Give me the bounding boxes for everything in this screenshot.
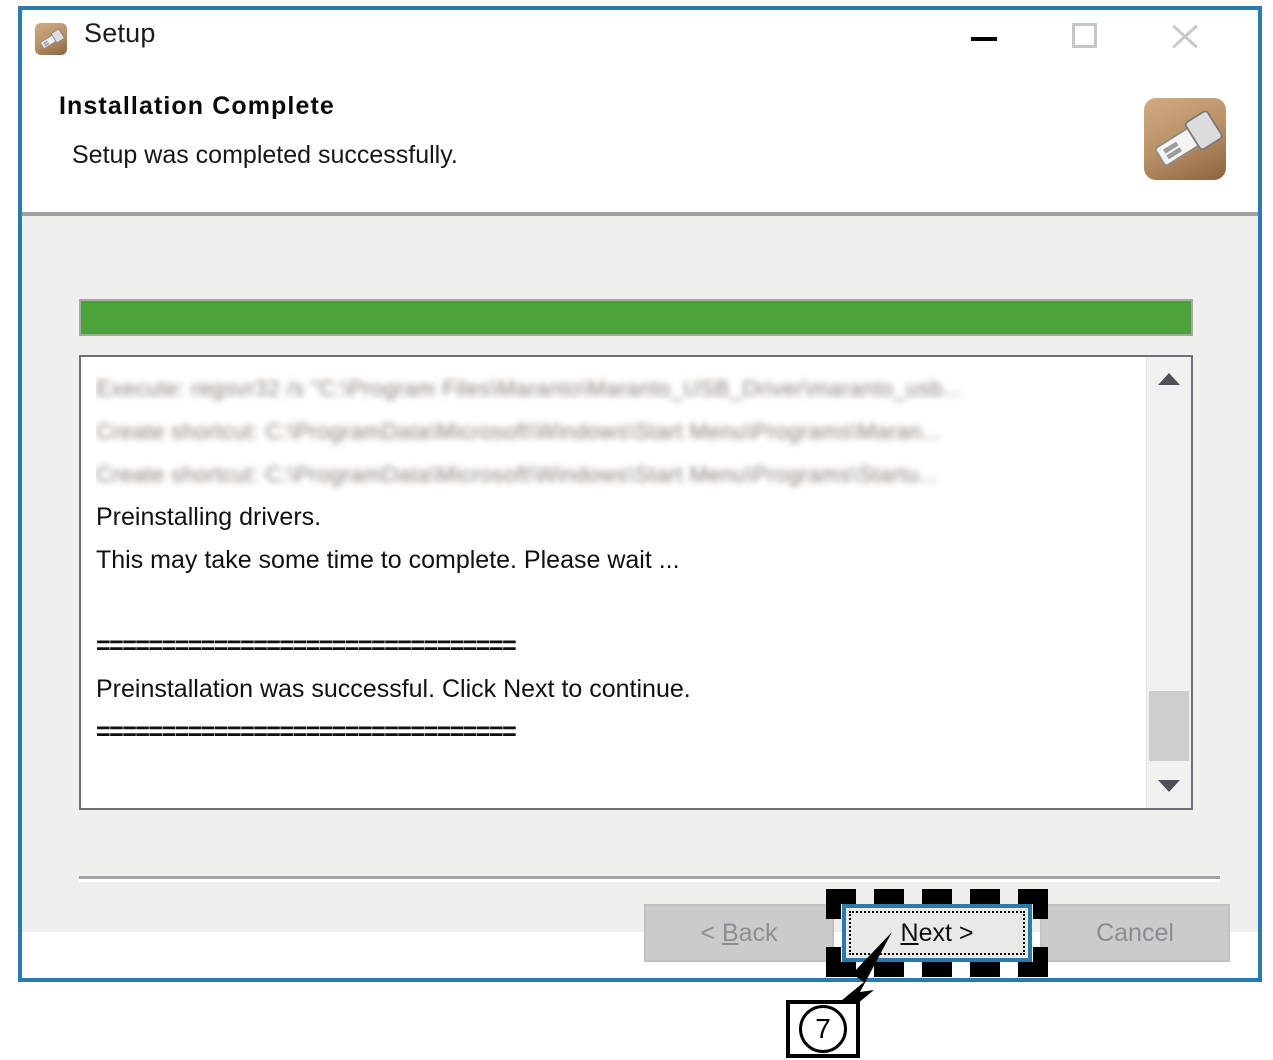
minimize-icon [971, 37, 997, 41]
log-line: Create shortcut: C:\ProgramData\Microsof… [96, 462, 939, 487]
back-button-label: < Back [700, 918, 778, 947]
log-scrollbar[interactable] [1146, 357, 1191, 808]
install-log-box: Execute: regsvr32 /s "C:\Program Files\M… [79, 355, 1193, 810]
log-line: ================================ [96, 632, 517, 660]
cancel-button-label: Cancel [1096, 918, 1174, 947]
scrollbar-thumb[interactable] [1149, 691, 1189, 761]
chevron-down-icon [1158, 780, 1180, 792]
footer-divider [79, 876, 1220, 882]
chevron-up-icon [1158, 373, 1180, 385]
cancel-button[interactable]: Cancel [1040, 904, 1230, 962]
log-line: Create shortcut: C:\ProgramData\Microsof… [96, 419, 942, 444]
page-title: Installation Complete [59, 92, 335, 120]
maximize-button[interactable] [1052, 10, 1118, 60]
log-line: Preinstalling drivers. [96, 503, 322, 531]
window-title: Setup [84, 18, 156, 48]
install-log-text: Execute: regsvr32 /s "C:\Program Files\M… [96, 367, 1137, 754]
next-button-label: Next > [900, 918, 974, 947]
step-number: 7 [799, 1005, 847, 1053]
close-icon [1170, 22, 1200, 50]
annotation-step-callout: 7 [786, 1000, 860, 1058]
progress-bar [79, 299, 1193, 336]
back-button[interactable]: < Back [644, 904, 834, 962]
usb-drive-icon [35, 23, 67, 55]
button-row: < Back Next > Cancel [22, 889, 1258, 1004]
scroll-down-button[interactable] [1147, 764, 1191, 808]
log-line: This may take some time to complete. Ple… [96, 546, 680, 574]
log-line: Preinstallation was successful. Click Ne… [96, 675, 691, 703]
close-button[interactable] [1154, 10, 1220, 60]
maximize-icon [1072, 23, 1097, 48]
wizard-body: Execute: regsvr32 /s "C:\Program Files\M… [22, 216, 1258, 977]
title-bar: Setup [22, 10, 1258, 66]
progress-bar-fill [81, 301, 1191, 334]
page-subtitle: Setup was completed successfully. [72, 141, 458, 169]
setup-window: Setup Installation Complete Setup was co… [18, 6, 1262, 982]
usb-drive-icon [1144, 98, 1226, 180]
minimize-button[interactable] [952, 10, 1018, 60]
wizard-header: Installation Complete Setup was complete… [22, 66, 1258, 216]
log-line: ================================ [96, 718, 517, 746]
log-line: Execute: regsvr32 /s "C:\Program Files\M… [96, 376, 963, 401]
scroll-up-button[interactable] [1147, 357, 1191, 401]
